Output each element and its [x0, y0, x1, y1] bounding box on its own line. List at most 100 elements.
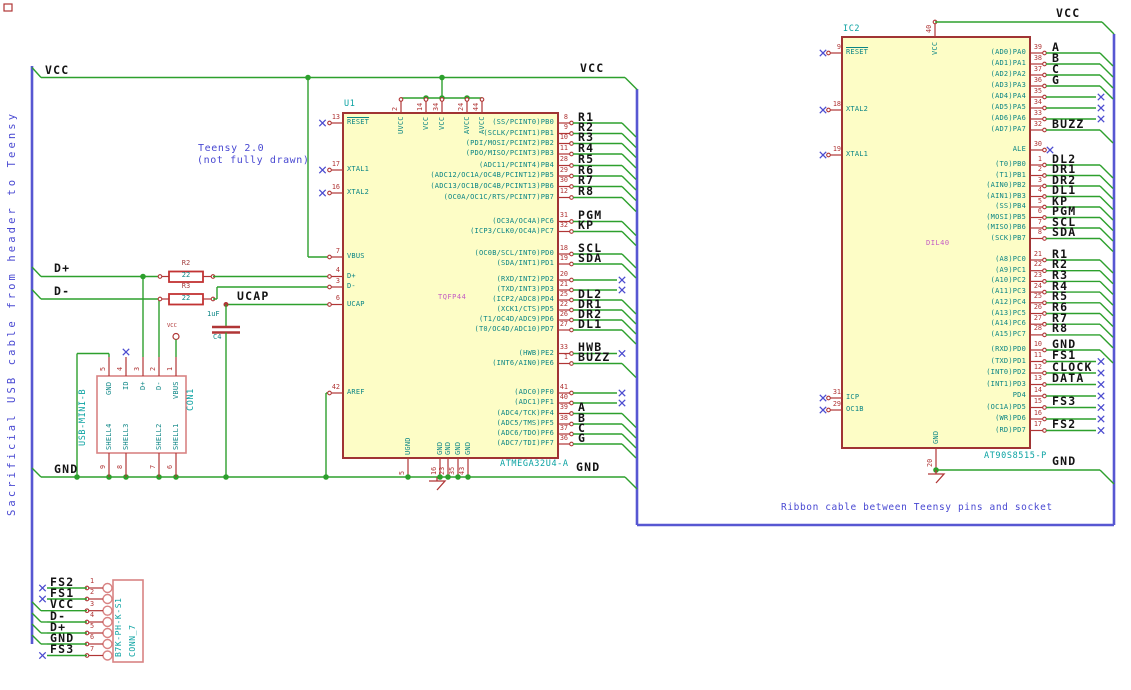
pin-end	[569, 184, 574, 189]
pin-name: (A9)PC1	[995, 265, 1026, 274]
net-label-gnd-left: GND	[54, 461, 79, 476]
pin-number: 5	[98, 366, 107, 371]
pin-name: ID	[121, 381, 130, 390]
pin-end	[423, 97, 429, 102]
pin-end	[826, 50, 831, 56]
bus-entry	[1099, 129, 1114, 144]
pin-end	[1042, 416, 1047, 422]
pin-end	[1042, 127, 1047, 133]
pin-name: (ADC0)PF0	[514, 388, 554, 396]
conn7-ref: CONN_7	[128, 624, 137, 658]
pin-name: (ADC6/TDO)PF6	[496, 429, 554, 437]
con1-ref: CON1	[186, 388, 196, 411]
net-label: G	[1052, 72, 1061, 87]
pin-name: VCC	[930, 41, 939, 56]
pin-end	[1042, 173, 1047, 178]
ground-icon	[429, 480, 447, 491]
pin-pad	[102, 616, 113, 628]
pin-number: 23	[438, 466, 446, 475]
bus-entry	[1099, 185, 1114, 200]
bus-entry	[1099, 259, 1114, 274]
pin-name: XTAL1	[347, 165, 370, 173]
pin-name: (T1/OC4D/ADC9)PD6	[478, 315, 554, 323]
pin-name: RESET	[846, 48, 869, 56]
pin-end	[569, 131, 574, 136]
net-label: BUZZ	[1052, 116, 1085, 131]
pin-end	[1042, 359, 1047, 364]
pin-number: 5	[90, 622, 95, 630]
bus-entry	[1099, 206, 1114, 221]
pin-name: (A11)PC3	[990, 287, 1026, 296]
pin-name: (MISO)PB6	[986, 223, 1026, 231]
pin-end	[1042, 236, 1047, 241]
pin-number: 31	[832, 387, 841, 396]
pin-number: 6	[165, 464, 174, 469]
pin-number: 4	[115, 366, 124, 371]
pin-name: (A8)PC0	[995, 255, 1026, 263]
pin-number: 7	[90, 644, 95, 653]
pin-name: (A12)PC4	[990, 297, 1026, 306]
pin-end	[826, 395, 831, 401]
net-label-gnd-right: GND	[576, 460, 601, 474]
pin-name: (SCLK/PCINT1)PB1	[483, 128, 554, 137]
pin-end	[464, 97, 470, 102]
pin-number: 8	[115, 464, 124, 469]
pin-end	[1042, 428, 1047, 433]
pin-name: ICP	[846, 393, 860, 401]
pin-end	[569, 421, 574, 427]
pin-end	[1042, 83, 1047, 89]
pin-name: (PDI/MOSI/PCINT2)PB2	[465, 138, 554, 147]
bus-entry	[1099, 196, 1114, 210]
pin-name: GND	[443, 441, 452, 455]
net-label-vcc-ic2: VCC	[1056, 6, 1081, 20]
r3-ref: R3	[181, 281, 191, 290]
bus-entry	[1099, 469, 1115, 485]
pin-number: 43	[458, 466, 466, 475]
junction-dot	[437, 474, 443, 480]
pin-number: 16	[430, 466, 438, 475]
pin-name: SHELL2	[154, 423, 163, 451]
pin-number: 7	[148, 464, 157, 469]
pin-name: (RD)PD7	[995, 425, 1026, 434]
pin-name: (TXD/INT3)PD3	[496, 285, 554, 293]
pin-end	[1042, 215, 1047, 220]
pin-name: (AD1)PA1	[990, 59, 1026, 67]
pin-number: 16	[331, 182, 340, 191]
r2-value: 22	[181, 271, 191, 279]
pin-end	[1042, 183, 1047, 189]
pin-name: OC1B	[846, 405, 864, 413]
net-label: R8	[578, 184, 595, 198]
pin-number: 4	[335, 266, 340, 274]
pin-end	[1042, 332, 1047, 338]
pin-end	[569, 173, 574, 179]
pin-end	[569, 251, 574, 257]
pin-end	[1042, 72, 1047, 78]
pin-number: 35	[448, 466, 456, 475]
bus-entry	[621, 197, 637, 212]
pin-name: (AD6)PA6	[990, 114, 1026, 122]
pin-name: (XCK1/CTS)PD5	[496, 305, 554, 313]
pin-name: VCC	[421, 116, 430, 131]
net-label: DL1	[578, 316, 603, 331]
pin-end	[569, 431, 574, 437]
pin-name: UGND	[403, 437, 412, 455]
pin-name: XTAL1	[846, 150, 869, 158]
pin-name: (RXD/INT2)PD2	[496, 275, 554, 283]
net-label: FS3	[1052, 394, 1077, 408]
pin-name: (AD0)PA0	[990, 48, 1026, 56]
pin-pad	[102, 605, 113, 616]
net-label-vcc-left: VCC	[45, 62, 70, 77]
pin-name: (AD4)PA4	[990, 92, 1026, 100]
pin-name: XTAL2	[347, 188, 370, 196]
pin-name: (T1)PB1	[995, 170, 1026, 179]
pin-end	[327, 190, 332, 196]
pin-number: 9	[836, 42, 841, 51]
net-label: FS3	[50, 642, 75, 656]
pin-end	[569, 287, 574, 293]
r3-value: 22	[181, 293, 191, 302]
pin-name: (PDO/MISO/PCINT3)PB3	[465, 149, 554, 157]
pin-number: 6	[335, 294, 340, 302]
pin-end	[569, 261, 574, 267]
pin-end	[1042, 311, 1047, 316]
pin-end	[1042, 116, 1047, 122]
